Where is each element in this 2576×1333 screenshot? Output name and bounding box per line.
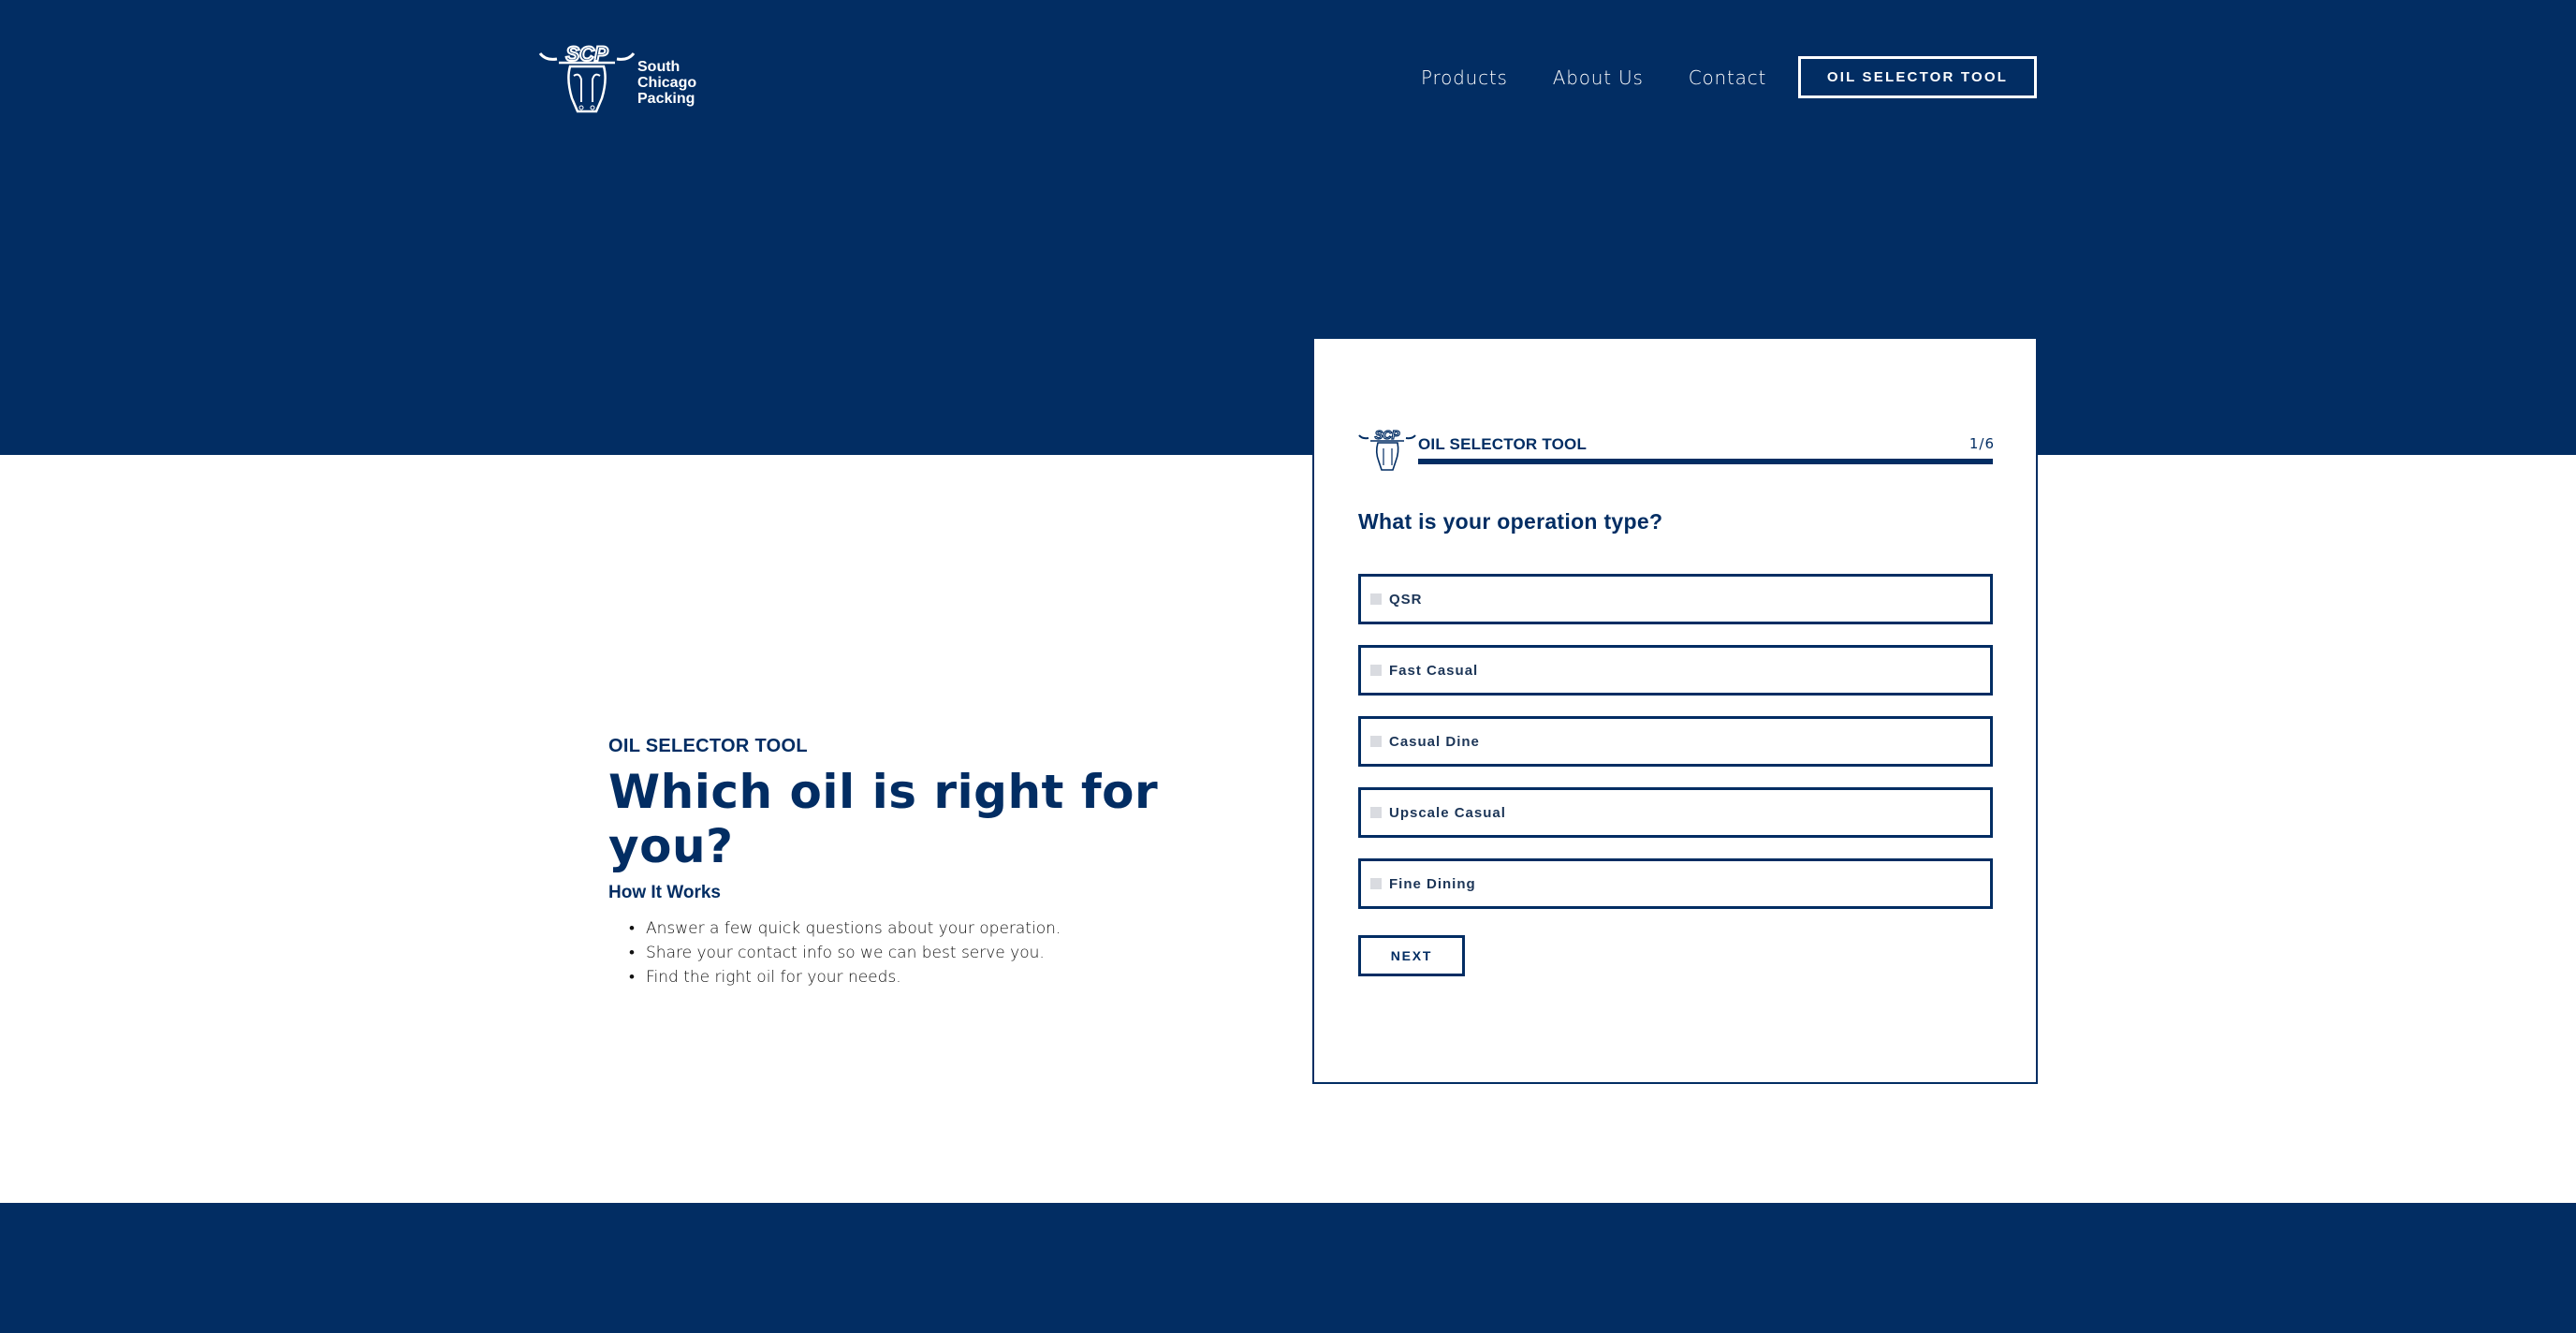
option-upscale-casual[interactable]: Upscale Casual: [1358, 787, 1993, 838]
bull-logo-icon: SCP: [1358, 428, 1416, 471]
oil-selector-tool-button[interactable]: OIL SELECTOR TOOL: [1798, 56, 2037, 98]
hero-background: [0, 0, 2576, 455]
intro-section: OIL SELECTOR TOOL Which oil is right for…: [608, 736, 1245, 989]
how-it-works-list: Answer a few quick questions about your …: [629, 916, 1245, 989]
svg-text:SCP: SCP: [1375, 428, 1400, 442]
nav-products[interactable]: Products: [1421, 66, 1508, 89]
step-counter: 1/6: [1969, 435, 1995, 452]
intro-eyebrow: OIL SELECTOR TOOL: [608, 736, 808, 756]
how-it-works-heading: How It Works: [608, 883, 721, 902]
card-header: SCP OIL SELECTOR TOOL 1/6: [1358, 428, 1995, 475]
option-qsr[interactable]: QSR: [1358, 574, 1993, 624]
nav-about-us[interactable]: About Us: [1553, 66, 1644, 89]
oil-selector-card: SCP OIL SELECTOR TOOL 1/6 What is your o…: [1312, 337, 2038, 1084]
brand-name-line: Packing: [637, 90, 695, 107]
progress-bar: [1418, 459, 1993, 464]
list-item: Share your contact info so we can best s…: [629, 941, 1245, 965]
brand-name: South Chicago Packing: [637, 59, 696, 107]
option-label: Fast Casual: [1389, 662, 1479, 679]
option-label: Fine Dining: [1389, 875, 1476, 892]
option-fine-dining[interactable]: Fine Dining: [1358, 858, 1993, 909]
page-title: Which oil is right for you?: [608, 765, 1159, 873]
main-nav: Products About Us Contact: [1421, 56, 1811, 99]
progress-fill: [1418, 459, 1993, 464]
checkbox[interactable]: [1370, 665, 1382, 676]
brand-logo[interactable]: SCP South Chicago Packing: [538, 41, 707, 116]
brand-name-line: Chicago: [637, 74, 697, 91]
option-label: Upscale Casual: [1389, 804, 1506, 821]
checkbox[interactable]: [1370, 807, 1382, 818]
option-casual-dine[interactable]: Casual Dine: [1358, 716, 1993, 767]
next-button[interactable]: NEXT: [1358, 935, 1465, 976]
option-label: Casual Dine: [1389, 733, 1480, 750]
list-item: Answer a few quick questions about your …: [629, 916, 1245, 941]
list-item: Find the right oil for your needs.: [629, 965, 1245, 989]
question-heading: What is your operation type?: [1358, 509, 1663, 534]
option-label: QSR: [1389, 591, 1423, 608]
brand-name-line: South: [637, 58, 681, 75]
checkbox[interactable]: [1370, 736, 1382, 747]
checkbox[interactable]: [1370, 593, 1382, 605]
checkbox[interactable]: [1370, 878, 1382, 889]
bull-logo-icon: SCP: [538, 42, 636, 113]
card-title: OIL SELECTOR TOOL: [1418, 435, 1588, 453]
footer: [0, 1203, 2576, 1333]
options-list: QSR Fast Casual Casual Dine Upscale Casu…: [1358, 574, 1993, 930]
nav-contact[interactable]: Contact: [1689, 66, 1766, 89]
option-fast-casual[interactable]: Fast Casual: [1358, 645, 1993, 696]
